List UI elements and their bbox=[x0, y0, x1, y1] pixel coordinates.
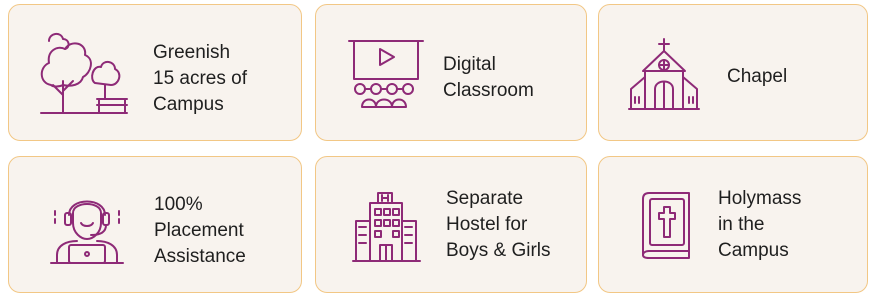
digital-classroom-icon bbox=[346, 37, 426, 109]
chapel-icon bbox=[627, 37, 701, 113]
trees-bench-icon bbox=[37, 25, 129, 121]
holy-bible-icon bbox=[637, 191, 693, 259]
feature-label: Chapel bbox=[727, 66, 788, 87]
feature-label: Holymass in the Campus bbox=[718, 188, 802, 261]
feature-card-placement: 100% Placement Assistance bbox=[8, 156, 302, 293]
hostel-building-icon bbox=[352, 191, 422, 263]
feature-card-hostel: Separate Hostel for Boys & Girls bbox=[315, 156, 587, 293]
feature-label: Greenish 15 acres of Campus bbox=[153, 42, 247, 115]
placement-support-icon bbox=[47, 187, 127, 267]
feature-card-digital-classroom: Digital Classroom bbox=[315, 4, 587, 141]
features-grid: Greenish 15 acres of Campus Digital Clas… bbox=[0, 0, 875, 297]
feature-label: 100% Placement Assistance bbox=[154, 194, 246, 267]
feature-card-chapel: Chapel bbox=[598, 4, 868, 141]
feature-card-holymass: Holymass in the Campus bbox=[598, 156, 868, 293]
feature-label: Digital Classroom bbox=[443, 54, 534, 101]
feature-label: Separate Hostel for Boys & Girls bbox=[446, 188, 551, 261]
feature-card-green-campus: Greenish 15 acres of Campus bbox=[8, 4, 302, 141]
